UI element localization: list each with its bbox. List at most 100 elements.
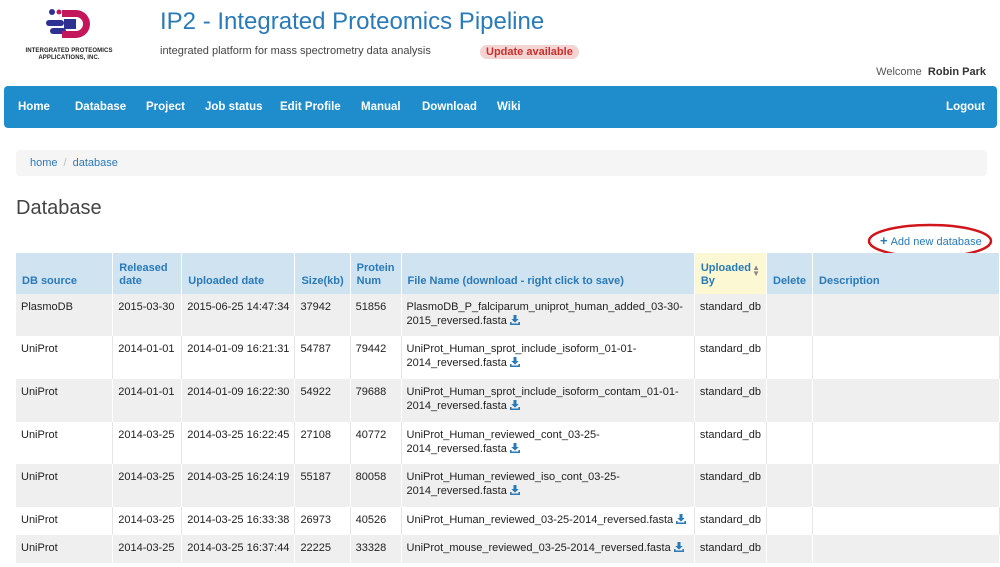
cell-delete xyxy=(766,422,814,464)
table-row: UniProt 2014-01-01 2014-01-09 16:21:31 5478… xyxy=(16,336,1000,379)
logo-text: INTERGRATED PROTEOMICS APPLICATIONS, INC… xyxy=(25,48,113,61)
download-icon[interactable] xyxy=(509,484,521,500)
cell-size: 22225 xyxy=(294,535,351,563)
cell-file-name: UniProt_Human_reviewed_cont_03-25-2014_r… xyxy=(401,422,695,464)
nav-logout[interactable]: Logout xyxy=(946,86,985,128)
column-header-size[interactable]: Size(kb) xyxy=(294,253,351,294)
cell-uploaded-by: standard_db xyxy=(694,507,768,535)
cell-uploaded-date: 2014-03-25 16:33:38 xyxy=(181,507,296,535)
table-header-row: DB source Released date Uploaded date Si… xyxy=(16,253,1000,294)
cell-uploaded-by: standard_db xyxy=(694,535,768,563)
header: INTERGRATED PROTEOMICS APPLICATIONS, INC… xyxy=(0,0,1000,84)
cell-size: 37942 xyxy=(294,294,351,336)
cell-uploaded-by: standard_db xyxy=(694,422,768,464)
page-title: Database xyxy=(16,197,102,219)
cell-uploaded-by: standard_db xyxy=(694,464,768,507)
main-navbar: Home Database Project Job status Edit Pr… xyxy=(4,86,997,128)
download-icon[interactable] xyxy=(673,541,685,557)
file-name-text: UniProt_Human_sprot_include_isoform_cont… xyxy=(406,386,679,412)
add-new-database-label: Add new database xyxy=(890,236,982,248)
nav-wiki[interactable]: Wiki xyxy=(497,86,521,128)
file-name-text: UniProt_Human_sprot_include_isoform_01-0… xyxy=(406,343,637,369)
cell-description xyxy=(812,379,1000,422)
file-name-text: UniProt_mouse_reviewed_03-25-2014_revers… xyxy=(406,542,671,554)
cell-db-source: UniProt xyxy=(16,507,114,535)
cell-delete xyxy=(766,535,814,563)
column-header-released-date[interactable]: Released date xyxy=(112,253,183,294)
breadcrumb-home[interactable]: home xyxy=(30,157,58,169)
cell-delete xyxy=(766,336,814,379)
breadcrumb: home / database xyxy=(16,150,987,176)
cell-uploaded-by: standard_db xyxy=(694,336,768,379)
cell-uploaded-date: 2014-01-09 16:22:30 xyxy=(181,379,296,422)
cell-protein-num: 51856 xyxy=(350,294,402,336)
cell-protein-num: 40526 xyxy=(350,507,402,535)
breadcrumb-separator: / xyxy=(63,157,67,169)
table-body: PlasmoDB 2015-03-30 2015-06-25 14:47:34 379… xyxy=(16,294,1000,563)
cell-size: 54922 xyxy=(294,379,351,422)
cell-db-source: UniProt xyxy=(16,464,114,507)
update-available-badge[interactable]: Update available xyxy=(480,45,579,59)
nav-edit-profile[interactable]: Edit Profile xyxy=(280,86,341,128)
cell-db-source: UniProt xyxy=(16,336,114,379)
cell-size: 27108 xyxy=(294,422,351,464)
cell-description xyxy=(812,535,1000,563)
cell-description xyxy=(812,336,1000,379)
column-header-db-source[interactable]: DB source xyxy=(16,253,114,294)
nav-project[interactable]: Project xyxy=(146,86,185,128)
company-logo[interactable]: INTERGRATED PROTEOMICS APPLICATIONS, INC… xyxy=(14,6,124,68)
welcome-message: Welcome Robin Park xyxy=(876,66,986,78)
download-icon[interactable] xyxy=(509,356,521,372)
download-icon[interactable] xyxy=(509,442,521,458)
cell-protein-num: 79442 xyxy=(350,336,402,379)
nav-home[interactable]: Home xyxy=(18,86,50,128)
cell-file-name: UniProt_mouse_reviewed_03-25-2014_revers… xyxy=(401,535,695,563)
column-header-delete[interactable]: Delete xyxy=(766,253,814,294)
table-row: UniProt 2014-03-25 2014-03-25 16:22:45 2710… xyxy=(16,422,1000,464)
cell-uploaded-date: 2015-06-25 14:47:34 xyxy=(181,294,296,336)
cell-db-source: PlasmoDB xyxy=(16,294,114,336)
app-subtitle: integrated platform for mass spectrometr… xyxy=(160,45,431,57)
cell-size: 26973 xyxy=(294,507,351,535)
column-header-uploaded-date[interactable]: Uploaded date xyxy=(181,253,296,294)
plus-icon: + xyxy=(880,233,888,248)
column-header-protein-num[interactable]: Protein Num xyxy=(350,253,402,294)
nav-download[interactable]: Download xyxy=(422,86,477,128)
cell-released-date: 2014-01-01 xyxy=(112,336,183,379)
download-icon[interactable] xyxy=(509,314,521,330)
column-header-file-name[interactable]: File Name (download - right click to sav… xyxy=(401,253,695,294)
nav-job-status[interactable]: Job status xyxy=(205,86,263,128)
cell-protein-num: 80058 xyxy=(350,464,402,507)
nav-manual[interactable]: Manual xyxy=(361,86,401,128)
cell-released-date: 2015-03-30 xyxy=(112,294,183,336)
download-icon[interactable] xyxy=(675,513,687,529)
cell-db-source: UniProt xyxy=(16,379,114,422)
download-icon[interactable] xyxy=(509,399,521,415)
app-title: IP2 - Integrated Proteomics Pipeline xyxy=(160,8,545,35)
sort-icon: ▲ ▼ xyxy=(752,263,760,278)
cell-protein-num: 79688 xyxy=(350,379,402,422)
cell-protein-num: 33328 xyxy=(350,535,402,563)
cell-released-date: 2014-01-01 xyxy=(112,379,183,422)
column-header-uploaded-by[interactable]: Uploaded By ▲ ▼ xyxy=(694,253,768,294)
cell-delete xyxy=(766,379,814,422)
cell-released-date: 2014-03-25 xyxy=(112,422,183,464)
cell-released-date: 2014-03-25 xyxy=(112,464,183,507)
cell-description xyxy=(812,507,1000,535)
cell-db-source: UniProt xyxy=(16,422,114,464)
cell-delete xyxy=(766,464,814,507)
cell-size: 55187 xyxy=(294,464,351,507)
table-row: UniProt 2014-03-25 2014-03-25 16:24:19 5518… xyxy=(16,464,1000,507)
cell-file-name: PlasmoDB_P_falciparum_uniprot_human_adde… xyxy=(401,294,695,336)
add-new-database-link[interactable]: + Add new database xyxy=(880,233,982,248)
cell-file-name: UniProt_Human_sprot_include_isoform_01-0… xyxy=(401,336,695,379)
file-name-text: UniProt_Human_reviewed_cont_03-25-2014_r… xyxy=(406,429,600,455)
column-header-description[interactable]: Description xyxy=(812,253,1000,294)
cell-description xyxy=(812,294,1000,336)
cell-file-name: UniProt_Human_reviewed_03-25-2014_revers… xyxy=(401,507,695,535)
cell-uploaded-by: standard_db xyxy=(694,294,768,336)
nav-database[interactable]: Database xyxy=(75,86,126,128)
breadcrumb-database[interactable]: database xyxy=(73,157,118,169)
cell-uploaded-date: 2014-03-25 16:24:19 xyxy=(181,464,296,507)
cell-uploaded-date: 2014-01-09 16:21:31 xyxy=(181,336,296,379)
